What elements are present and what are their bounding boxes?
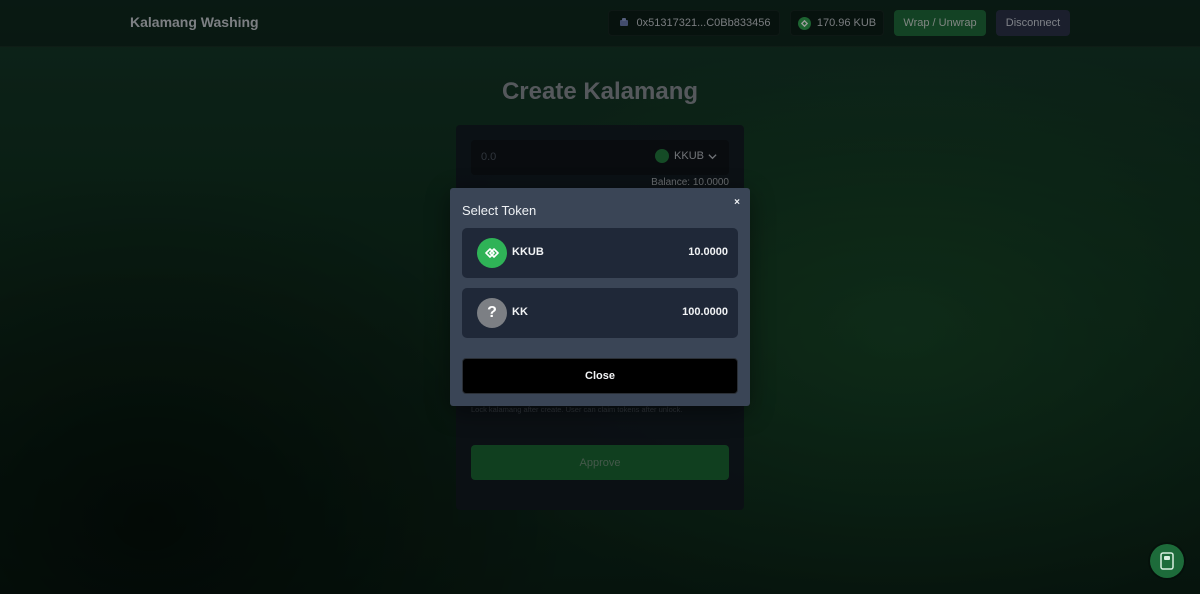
token-symbol: KK <box>512 306 528 318</box>
close-button[interactable]: Close <box>462 358 738 394</box>
token-symbol: KKUB <box>512 246 544 258</box>
kkub-icon <box>477 238 507 268</box>
token-option-kkub[interactable]: KKUB 10.0000 <box>462 228 738 278</box>
modal-title: Select Token <box>462 203 537 218</box>
unknown-token-icon: ? <box>477 298 507 328</box>
page: Kalamang Washing 0x51317321...C0Bb833456… <box>0 0 1200 594</box>
close-icon[interactable]: × <box>731 197 743 209</box>
token-option-kk[interactable]: ? KK 100.0000 <box>462 288 738 338</box>
token-balance: 100.0000 <box>682 306 728 318</box>
token-balance: 10.0000 <box>688 246 728 258</box>
select-token-modal: Select Token × KKUB 10.0000 ? KK 100.000… <box>450 188 750 406</box>
book-icon <box>1160 552 1174 570</box>
help-fab-button[interactable] <box>1150 544 1184 578</box>
